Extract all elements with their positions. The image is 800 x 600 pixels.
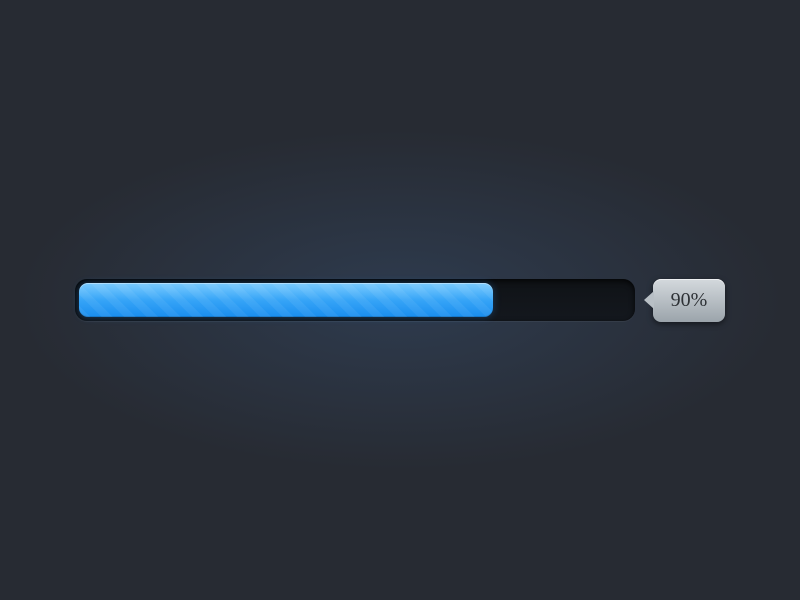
progress-value-label: 90% [671, 289, 708, 311]
progress-bar-container: 90% [75, 279, 726, 322]
progress-track [75, 279, 635, 321]
progress-tooltip: 90% [653, 279, 726, 322]
progress-fill [79, 283, 493, 317]
